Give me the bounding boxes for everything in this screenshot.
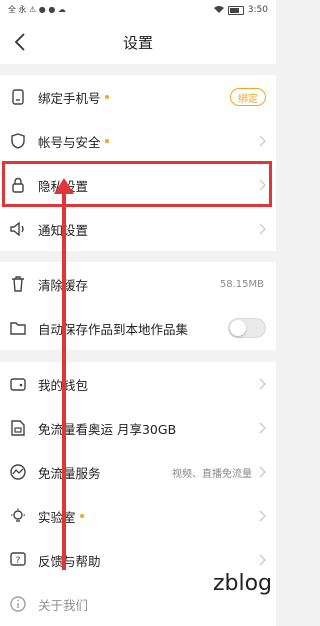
settings-row-wallet[interactable]: 我的钱包 (0, 362, 276, 406)
settings-row-label: 隐私设置 (38, 178, 89, 194)
page-title: 设置 (122, 33, 153, 52)
bind-phone-button[interactable]: 绑定 (230, 88, 266, 106)
chevron-right-icon (259, 179, 266, 191)
auto-save-toggle[interactable] (228, 318, 266, 338)
settings-row-label: 反馈与帮助 (38, 553, 101, 569)
settings-row-label: 免流量看奥运 月享30GB (38, 421, 177, 437)
help-icon: ? (10, 552, 26, 568)
status-indicators: 全 永 ⚠ ● ● ☁ (8, 5, 66, 14)
new-badge-dot (104, 139, 109, 143)
back-button[interactable] (6, 28, 34, 56)
chart-icon (10, 464, 26, 480)
free-data-service-value: 视频、直播免流量 (172, 468, 252, 480)
settings-row-label: 关于我们 (38, 597, 89, 613)
bulb-icon (10, 508, 26, 524)
settings-row-label: 免流量服务 (38, 465, 101, 481)
settings-row-label: 帐号与安全 (38, 134, 101, 150)
settings-row-label: 清除缓存 (38, 277, 89, 293)
settings-row-label: 绑定手机号 (38, 90, 101, 106)
settings-row-label: 我的钱包 (38, 377, 89, 393)
folder-icon (10, 320, 26, 336)
settings-row-clear-cache[interactable]: 清除缓存 58.15MB (0, 262, 276, 306)
watermark: zblog (212, 571, 272, 596)
sim-icon (10, 420, 26, 436)
lock-icon (10, 177, 26, 193)
chevron-right-icon (259, 223, 266, 235)
account-settings-group: 绑定手机号 绑定 帐号与安全 隐私设置 通知设置 (0, 75, 276, 251)
chevron-right-icon (259, 466, 266, 478)
cache-size-value: 58.15MB (219, 278, 264, 290)
settings-row-lab[interactable]: 实验室 (0, 494, 276, 538)
chevron-right-icon (259, 554, 266, 566)
settings-row-label: 实验室 (38, 509, 76, 525)
chevron-right-icon (259, 378, 266, 390)
wifi-icon (213, 5, 224, 15)
status-icons: 全 永 ⚠ ● ● ☁ (8, 6, 66, 14)
svg-text:?: ? (16, 556, 21, 566)
wallet-icon (10, 376, 26, 392)
phone-icon (10, 89, 26, 105)
settings-row-free-data-service[interactable]: 免流量服务 视频、直播免流量 (0, 450, 276, 494)
chevron-right-icon (259, 422, 266, 434)
shield-icon (10, 133, 26, 149)
chevron-right-icon (259, 135, 266, 147)
settings-row-account-security[interactable]: 帐号与安全 (0, 119, 276, 163)
settings-row-label: 自动保存作品到本地作品集 (38, 321, 189, 337)
new-badge-dot (79, 514, 84, 518)
settings-row-free-data-olympics[interactable]: 免流量看奥运 月享30GB (0, 406, 276, 450)
status-right: 3:50 (213, 5, 268, 15)
settings-row-bind-phone[interactable]: 绑定手机号 绑定 (0, 75, 276, 119)
battery-icon (227, 5, 244, 15)
trash-icon (10, 276, 26, 292)
navigation-bar: 设置 (0, 20, 276, 64)
toggle-knob (230, 320, 246, 336)
status-time: 3:50 (247, 5, 268, 15)
chevron-left-icon (14, 33, 25, 51)
status-bar: 全 永 ⚠ ● ● ☁ 3:50 (0, 0, 276, 20)
settings-row-notification-settings[interactable]: 通知设置 (0, 207, 276, 251)
storage-settings-group: 清除缓存 58.15MB 自动保存作品到本地作品集 (0, 262, 276, 350)
settings-row-label: 通知设置 (38, 222, 89, 238)
settings-row-auto-save: 自动保存作品到本地作品集 (0, 306, 276, 350)
info-icon (10, 596, 26, 612)
new-badge-dot (104, 95, 109, 99)
speaker-icon (10, 221, 26, 237)
settings-row-privacy-settings[interactable]: 隐私设置 (0, 163, 276, 207)
chevron-right-icon (259, 510, 266, 522)
